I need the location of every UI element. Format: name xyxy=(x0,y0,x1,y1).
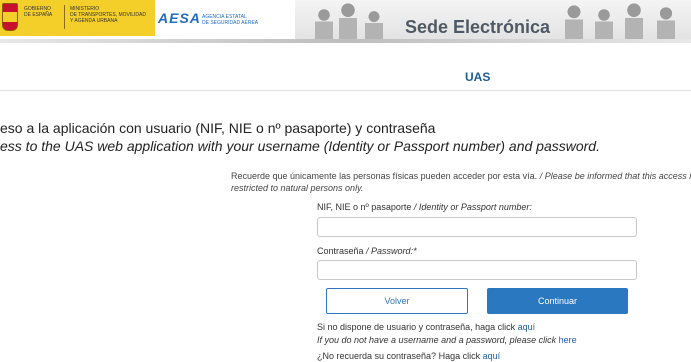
government-logo-block[interactable]: GOBIERNO DE ESPAÑA MINISTERIO DE TRANSPO… xyxy=(0,0,155,36)
section-bar: UAS xyxy=(0,62,691,91)
person-silhouette-icon xyxy=(339,3,357,39)
person-silhouette-icon xyxy=(595,9,613,39)
aesa-subtitle: AGENCIA ESTATAL DE SEGURIDAD AÉREA xyxy=(202,14,282,26)
back-button[interactable]: Volver xyxy=(326,288,468,314)
person-silhouette-icon xyxy=(625,3,643,39)
no-user-en-text: If you do not have a username and a pass… xyxy=(317,335,557,345)
password-label-es: Contraseña xyxy=(317,246,364,256)
aesa-sub-line-2: DE SEGURIDAD AÉREA xyxy=(202,20,259,26)
register-link-es[interactable]: aquí xyxy=(518,322,536,332)
password-label-en: / Password:* xyxy=(366,246,417,256)
ministry-line-3: Y AGENDA URBANA xyxy=(70,18,118,24)
header-divider xyxy=(0,39,691,43)
user-label-en: / Identity or Passport number: xyxy=(413,202,532,212)
no-user-text-en: If you do not have a username and a pass… xyxy=(317,334,577,346)
person-silhouette-icon xyxy=(315,9,333,39)
section-title: UAS xyxy=(465,70,491,84)
forgot-es-text: ¿No recuerda su contraseña? Haga click xyxy=(317,351,481,361)
spain-crest-icon xyxy=(2,3,18,31)
gov-line-2: DE ESPAÑA xyxy=(24,12,53,18)
government-label: GOBIERNO DE ESPAÑA xyxy=(24,6,64,18)
no-user-text-es: Si no dispone de usuario y contraseña, h… xyxy=(317,321,535,333)
password-input[interactable] xyxy=(317,260,637,280)
ministry-label: MINISTERIO DE TRANSPORTES, MOVILIDAD Y A… xyxy=(70,6,154,24)
register-link-en[interactable]: here xyxy=(559,335,577,345)
banner-title: Sede Electrónica xyxy=(405,17,551,37)
user-field-label: NIF, NIE o nº pasaporte / Identity or Pa… xyxy=(317,202,532,212)
forgot-password-text: ¿No recuerda su contraseña? Haga click a… xyxy=(317,350,500,362)
user-label-es: NIF, NIE o nº pasaporte xyxy=(317,202,412,212)
access-heading-english: ess to the UAS web application with your… xyxy=(0,138,600,154)
logo-divider xyxy=(64,5,65,29)
sede-banner: Sede Electrónica xyxy=(295,0,691,39)
forgot-password-link[interactable]: aquí xyxy=(483,351,501,361)
access-heading-spanish: eso a la aplicación con usuario (NIF, NI… xyxy=(0,120,436,136)
person-silhouette-icon xyxy=(565,5,583,39)
person-silhouette-icon xyxy=(657,7,675,39)
password-field-label: Contraseña / Password:* xyxy=(317,246,417,256)
user-id-input[interactable] xyxy=(317,217,637,237)
aesa-logo[interactable]: AESA xyxy=(158,10,201,26)
natural-persons-notice: Recuerde que únicamente las personas fís… xyxy=(231,170,691,194)
notice-spanish: Recuerde que únicamente las personas fís… xyxy=(231,171,538,181)
site-header: GOBIERNO DE ESPAÑA MINISTERIO DE TRANSPO… xyxy=(0,0,691,39)
person-silhouette-icon xyxy=(365,11,383,39)
continue-button[interactable]: Continuar xyxy=(487,288,628,314)
no-user-es-text: Si no dispone de usuario y contraseña, h… xyxy=(317,322,516,332)
